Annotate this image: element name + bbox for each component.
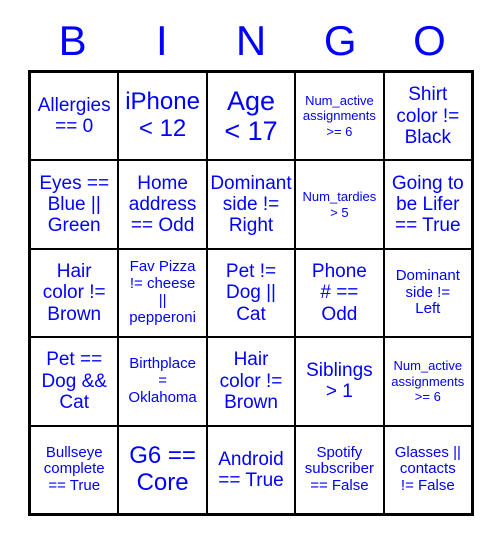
header-letter-o: O: [413, 17, 446, 64]
bingo-cell-r3c5[interactable]: Dominant side != Left: [384, 249, 471, 337]
bingo-cell-r5c2[interactable]: G6 == Core: [119, 426, 206, 513]
bingo-cell-label: Phone # == Odd: [311, 261, 367, 325]
bingo-cell-r1c5[interactable]: Shirt color != Black: [384, 73, 471, 160]
bingo-cell-r4c3[interactable]: Hair color != Brown: [207, 338, 295, 425]
bingo-cell-label: Num_active assignments >= 6: [391, 358, 465, 405]
bingo-header: B I N G O: [28, 12, 474, 70]
header-letter-i: I: [155, 17, 168, 64]
bingo-cell-r5c4[interactable]: Spotify subscriber == False: [296, 426, 383, 513]
header-letter-b: B: [58, 17, 87, 64]
bingo-cell-r1c1[interactable]: Allergies == 0: [31, 73, 118, 160]
bingo-cell-r4c1[interactable]: Pet == Dog && Cat: [31, 338, 118, 425]
bingo-cell-label: Num_tardies > 5: [302, 189, 377, 220]
bingo-cell-label: Num_active assignments >= 6: [302, 92, 376, 139]
bingo-cell-r3c3[interactable]: Pet != Dog || Cat: [207, 249, 295, 337]
bingo-cell-r4c2[interactable]: Birthplace = Oklahoma: [119, 338, 206, 425]
bingo-cell-label: Hair color != Brown: [219, 349, 283, 414]
bingo-cell-label: Pet == Dog && Cat: [41, 349, 107, 414]
header-letter-n: N: [235, 17, 267, 64]
bingo-cell-label: Fav Pizza != cheese || pepperoni: [129, 258, 196, 326]
bingo-cell-r4c5[interactable]: Num_active assignments >= 6: [384, 338, 471, 425]
bingo-cell-label: Home address == Odd: [128, 172, 197, 237]
bingo-grid: Allergies == 0 iPhone < 12 Age < 17 Num_act…: [28, 70, 474, 516]
bingo-cell-r5c5[interactable]: Glasses || contacts != False: [384, 426, 471, 513]
bingo-cell-r1c2[interactable]: iPhone < 12: [119, 73, 206, 160]
bingo-cell-label: Going to be Lifer == True: [391, 172, 464, 237]
bingo-cell-label: Siblings > 1: [306, 360, 373, 403]
bingo-cell-label: Bullseye complete == True: [43, 443, 105, 495]
bingo-cell-label: Birthplace = Oklahoma: [128, 355, 197, 406]
bingo-cell-r5c1[interactable]: Bullseye complete == True: [31, 426, 118, 513]
bingo-cell-r5c3[interactable]: Android == True: [207, 426, 295, 513]
bingo-cell-r1c3[interactable]: Age < 17: [207, 73, 295, 160]
bingo-cell-label: Eyes == Blue || Green: [39, 172, 110, 237]
header-letter-g: G: [323, 17, 357, 64]
bingo-cell-r2c5[interactable]: Going to be Lifer == True: [384, 161, 471, 248]
bingo-cell-label: Dominant side != Right: [210, 172, 292, 237]
bingo-cell-label: Pet != Dog || Cat: [225, 261, 277, 325]
bingo-cell-r3c4[interactable]: Phone # == Odd: [296, 249, 383, 337]
bingo-cell-label: Spotify subscriber == False: [304, 443, 374, 495]
bingo-cell-label: Android == True: [218, 448, 284, 491]
bingo-cell-label: Allergies == 0: [37, 94, 111, 138]
bingo-cell-r3c1[interactable]: Hair color != Brown: [31, 249, 118, 337]
bingo-cell-label: G6 == Core: [129, 441, 196, 496]
bingo-cell-r4c4[interactable]: Siblings > 1: [296, 338, 383, 425]
bingo-cell-r2c1[interactable]: Eyes == Blue || Green: [31, 161, 118, 248]
bingo-cell-label: Shirt color != Black: [396, 84, 460, 148]
bingo-cell-r2c3[interactable]: Dominant side != Right: [207, 161, 295, 248]
bingo-cell-label: iPhone < 12: [125, 88, 200, 143]
bingo-cell-label: Glasses || contacts != False: [394, 443, 461, 495]
bingo-cell-r2c4[interactable]: Num_tardies > 5: [296, 161, 383, 248]
bingo-cell-label: Hair color != Brown: [42, 261, 106, 325]
bingo-cell-r3c2[interactable]: Fav Pizza != cheese || pepperoni: [119, 249, 206, 337]
bingo-cell-label: Dominant side != Left: [395, 266, 460, 318]
bingo-card: B I N G O Allergies == 0 iPhone < 12 Age <…: [0, 0, 501, 544]
bingo-cell-r2c2[interactable]: Home address == Odd: [119, 161, 206, 248]
bingo-cell-label: Age < 17: [224, 85, 278, 147]
bingo-cell-r1c4[interactable]: Num_active assignments >= 6: [296, 73, 383, 160]
